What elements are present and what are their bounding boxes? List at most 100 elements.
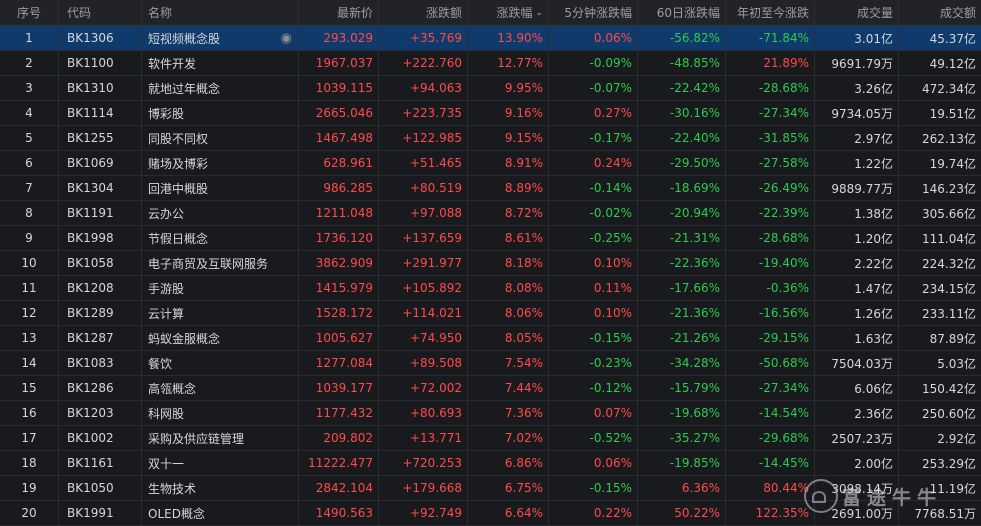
row-price: 1415.979: [299, 276, 379, 300]
row-60d-change: -21.36%: [638, 301, 726, 325]
row-5min-change: 0.10%: [549, 301, 638, 325]
table-row[interactable]: 12 BK1289 云计算 1528.172 +114.021 8.06% 0.10% -21…: [0, 301, 981, 326]
row-ytd-change: -29.68%: [726, 426, 815, 450]
col-header-60d-change[interactable]: 60日涨跌幅: [638, 0, 726, 25]
table-row[interactable]: 20 BK1991 OLED概念 1490.563 +92.749 6.64% 0.22% 5…: [0, 501, 981, 526]
row-price: 11222.477: [299, 451, 379, 475]
table-row[interactable]: 16 BK1203 科网股 1177.432 +80.693 7.36% 0.07% -19.…: [0, 401, 981, 426]
row-index: 16: [0, 401, 59, 425]
row-60d-change: -30.16%: [638, 101, 726, 125]
table-row[interactable]: 10 BK1058 电子商贸及互联网服务 3862.909 +291.977 8.18% 0…: [0, 251, 981, 276]
col-header-price[interactable]: 最新价: [299, 0, 379, 25]
row-volume: 2.00亿: [815, 451, 899, 475]
row-code: BK1304: [59, 176, 142, 200]
row-volume: 2.22亿: [815, 251, 899, 275]
row-turnover: 234.15亿: [922, 281, 976, 296]
row-name: 回港中概股: [142, 176, 299, 200]
row-name-label: OLED概念: [148, 506, 205, 521]
table-row[interactable]: 3 BK1310 就地过年概念 1039.115 +94.063 9.95% -0.07% -…: [0, 76, 981, 101]
row-change: +35.769: [379, 26, 468, 50]
row-price: 1039.177: [299, 376, 379, 400]
row-code: BK1161: [59, 451, 142, 475]
col-header-index[interactable]: 序号: [0, 0, 59, 25]
row-turnover: 253.29亿: [922, 456, 976, 471]
col-header-volume[interactable]: 成交量: [815, 0, 899, 25]
table-row[interactable]: 18 BK1161 双十一 11222.477 +720.253 6.86% 0.06% -1…: [0, 451, 981, 476]
row-name-label: 同股不同权: [148, 131, 209, 146]
row-ytd-change: -71.84%: [726, 26, 815, 50]
row-60d-change: -19.68%: [638, 401, 726, 425]
table-row[interactable]: 6 BK1069 赌场及博彩 628.961 +51.465 8.91% 0.24% -29.…: [0, 151, 981, 176]
row-name: 就地过年概念: [142, 76, 299, 100]
row-volume: 3.01亿: [815, 26, 899, 50]
row-change-pct: 8.89%: [468, 176, 549, 200]
row-5min-change: -0.09%: [549, 51, 638, 75]
row-price: 1039.115: [299, 76, 379, 100]
row-ytd-change: 80.44%: [726, 476, 815, 500]
row-ytd-change: -14.54%: [726, 401, 815, 425]
col-header-name[interactable]: 名称: [142, 0, 299, 25]
row-60d-change: -22.36%: [638, 251, 726, 275]
row-price: 1277.084: [299, 351, 379, 375]
row-5min-change: 0.07%: [549, 401, 638, 425]
col-header-change-pct[interactable]: 涨跌幅 ⌄: [468, 0, 549, 25]
row-change-pct: 8.61%: [468, 226, 549, 250]
row-ytd-change: -27.58%: [726, 151, 815, 175]
row-ytd-change: -50.68%: [726, 351, 815, 375]
row-price: 1177.432: [299, 401, 379, 425]
row-name-label: 回港中概股: [148, 181, 209, 196]
row-turnover: 224.32亿: [922, 256, 976, 271]
table-row[interactable]: 1 BK1306 短视频概念股 ◉ 293.029 +35.769 13.90% 0.06% -…: [0, 26, 981, 51]
row-change-pct: 9.16%: [468, 101, 549, 125]
col-header-5min-change[interactable]: 5分钟涨跌幅: [549, 0, 638, 25]
row-price: 1528.172: [299, 301, 379, 325]
table-row[interactable]: 2 BK1100 软件开发 1967.037 +222.760 12.77% -0.09% -…: [0, 51, 981, 76]
row-name-label: 云办公: [148, 206, 185, 221]
row-5min-change: -0.15%: [549, 326, 638, 350]
col-header-change[interactable]: 涨跌额: [379, 0, 468, 25]
col-header-turnover[interactable]: 成交额: [899, 0, 981, 25]
row-price: 1005.627: [299, 326, 379, 350]
row-name: 博彩股: [142, 101, 299, 125]
row-name: 手游股: [142, 276, 299, 300]
table-row[interactable]: 11 BK1208 手游股 1415.979 +105.892 8.08% 0.11% -17…: [0, 276, 981, 301]
row-turnover: 87.89亿: [929, 331, 976, 346]
table-row[interactable]: 15 BK1286 高瓴概念 1039.177 +72.002 7.44% -0.12% -1…: [0, 376, 981, 401]
row-5min-change: 0.06%: [549, 26, 638, 50]
row-turnover: 233.11亿: [922, 306, 976, 321]
row-turnover: 305.66亿: [922, 206, 976, 221]
table-row[interactable]: 14 BK1083 餐饮 1277.084 +89.508 7.54% -0.23% -34.…: [0, 351, 981, 376]
row-ytd-change: -22.39%: [726, 201, 815, 225]
col-header-code[interactable]: 代码: [59, 0, 142, 25]
row-change-pct: 13.90%: [468, 26, 549, 50]
row-name: 双十一: [142, 451, 299, 475]
row-change: +80.519: [379, 176, 468, 200]
row-name-label: 餐饮: [148, 356, 173, 371]
row-code: BK1287: [59, 326, 142, 350]
row-index: 20: [0, 501, 59, 525]
row-60d-change: -21.26%: [638, 326, 726, 350]
col-header-ytd-change[interactable]: 年初至今涨跌: [726, 0, 815, 25]
table-row[interactable]: 8 BK1191 云办公 1211.048 +97.088 8.72% -0.02% -20.…: [0, 201, 981, 226]
table-row[interactable]: 13 BK1287 蚂蚁金服概念 1005.627 +74.950 8.05% -0.15%…: [0, 326, 981, 351]
row-price: 1211.048: [299, 201, 379, 225]
table-row[interactable]: 5 BK1255 同股不同权 1467.498 +122.985 9.15% -0.17% -…: [0, 126, 981, 151]
row-60d-change: -29.50%: [638, 151, 726, 175]
row-turnover: 7768.51万: [914, 506, 976, 521]
table-row[interactable]: 17 BK1002 采购及供应链管理 209.802 +13.771 7.02% -0.52…: [0, 426, 981, 451]
row-change-pct: 7.44%: [468, 376, 549, 400]
row-name-label: 采购及供应链管理: [148, 431, 245, 446]
row-volume: 1.22亿: [815, 151, 899, 175]
row-price: 1736.120: [299, 226, 379, 250]
row-volume: 2691.00万: [815, 501, 899, 525]
table-row[interactable]: 9 BK1998 节假日概念 1736.120 +137.659 8.61% -0.25% -…: [0, 226, 981, 251]
row-name: 科网股: [142, 401, 299, 425]
row-change: +720.253: [379, 451, 468, 475]
row-60d-change: 6.36%: [638, 476, 726, 500]
eye-icon[interactable]: ◉: [281, 31, 292, 46]
row-60d-change: -20.94%: [638, 201, 726, 225]
table-row[interactable]: 19 BK1050 生物技术 2842.104 +179.668 6.75% -0.15% 6…: [0, 476, 981, 501]
table-row[interactable]: 7 BK1304 回港中概股 986.285 +80.519 8.89% -0.14% -18…: [0, 176, 981, 201]
table-row[interactable]: 4 BK1114 博彩股 2665.046 +223.735 9.16% 0.27% -30.…: [0, 101, 981, 126]
row-ytd-change: -28.68%: [726, 76, 815, 100]
